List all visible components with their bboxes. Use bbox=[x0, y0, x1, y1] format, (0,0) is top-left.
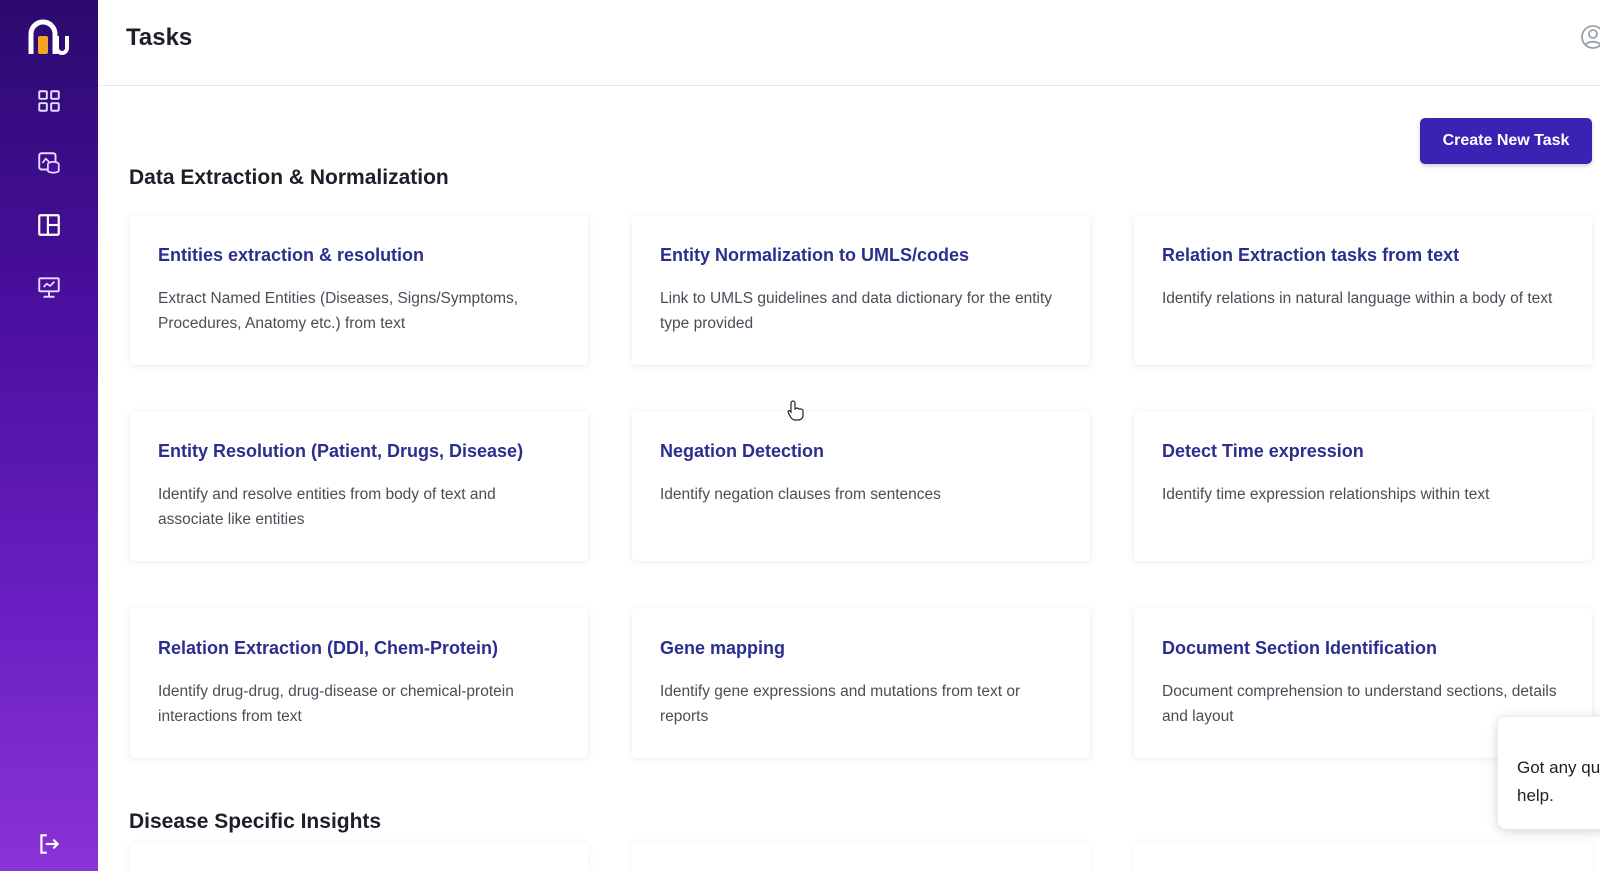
logo-icon[interactable] bbox=[27, 18, 71, 58]
task-card-description: Identify negation clauses from sentences bbox=[660, 486, 941, 503]
task-card-partial[interactable] bbox=[130, 843, 588, 871]
user-menu-button[interactable] bbox=[1580, 24, 1600, 50]
sidebar-item-deploy[interactable] bbox=[34, 274, 64, 300]
sidebar bbox=[0, 0, 98, 871]
hand-cursor-icon bbox=[787, 400, 804, 421]
main-content: Create New Task Data Extraction & Normal… bbox=[98, 86, 1600, 871]
task-card[interactable]: Entity Resolution (Patient, Drugs, Disea… bbox=[130, 411, 588, 561]
logout-button[interactable] bbox=[36, 831, 62, 857]
database-icon bbox=[38, 152, 60, 174]
top-header: Tasks bbox=[98, 0, 1600, 86]
task-card-description: Extract Named Entities (Diseases, Signs/… bbox=[158, 290, 519, 332]
user-circle-icon bbox=[1581, 25, 1600, 49]
section-title: Disease Specific Insights bbox=[129, 810, 382, 833]
task-card-title: Entity Normalization to UMLS/codes bbox=[660, 245, 970, 265]
task-card[interactable]: Detect Time expression Identify time exp… bbox=[1134, 411, 1592, 561]
task-card[interactable]: Gene mapping Identify gene expressions a… bbox=[632, 608, 1090, 758]
task-card-title: Entity Resolution (Patient, Drugs, Disea… bbox=[158, 441, 524, 461]
app-window: Tasks Create New Task Data Extraction & … bbox=[0, 0, 1600, 871]
task-card-title: Document Section Identification bbox=[1162, 638, 1438, 658]
logout-icon bbox=[40, 834, 60, 854]
chat-popover[interactable]: Got any qu help. bbox=[1498, 717, 1600, 829]
create-new-task-button[interactable]: Create New Task bbox=[1420, 118, 1592, 164]
sidebar-item-data[interactable] bbox=[34, 150, 64, 176]
task-card-partial[interactable] bbox=[632, 843, 1090, 871]
task-card-description: Link to UMLS guidelines and data diction… bbox=[660, 290, 1053, 332]
task-card-title: Relation Extraction (DDI, Chem-Protein) bbox=[158, 638, 499, 658]
task-card-description: Identify time expression relationships w… bbox=[1162, 486, 1490, 503]
task-card[interactable]: Relation Extraction tasks from text Iden… bbox=[1134, 215, 1592, 365]
page-title: Tasks bbox=[126, 24, 193, 51]
task-card[interactable]: Negation Detection Identify negation cla… bbox=[632, 411, 1090, 561]
task-card-description: Identify drug-drug, drug-disease or chem… bbox=[158, 683, 514, 725]
task-card-title: Entities extraction & resolution bbox=[158, 245, 425, 265]
sidebar-item-tasks[interactable] bbox=[34, 212, 64, 238]
task-card-description: Identify relations in natural language w… bbox=[1162, 290, 1553, 307]
sidebar-nav bbox=[34, 88, 64, 300]
task-card-title: Negation Detection bbox=[660, 441, 825, 461]
monitor-icon bbox=[38, 277, 60, 298]
task-card[interactable]: Entity Normalization to UMLS/codes Link … bbox=[632, 215, 1090, 365]
layout-icon bbox=[38, 214, 60, 236]
sidebar-item-dashboard[interactable] bbox=[34, 88, 64, 114]
task-card-title: Gene mapping bbox=[660, 638, 786, 658]
chat-text-line: help. bbox=[1517, 786, 1554, 805]
task-card-partial[interactable] bbox=[1134, 843, 1592, 871]
grid-icon bbox=[38, 90, 60, 112]
task-card[interactable]: Entities extraction & resolution Extract… bbox=[130, 215, 588, 365]
section-title: Data Extraction & Normalization bbox=[129, 166, 449, 189]
task-card[interactable]: Relation Extraction (DDI, Chem-Protein) … bbox=[130, 608, 588, 758]
task-card-title: Relation Extraction tasks from text bbox=[1162, 245, 1460, 265]
chat-text-line: Got any qu bbox=[1517, 758, 1600, 777]
task-card-description: Identify gene expressions and mutations … bbox=[660, 683, 1021, 725]
task-card-description: Identify and resolve entities from body … bbox=[158, 486, 496, 528]
task-card-title: Detect Time expression bbox=[1162, 441, 1364, 461]
